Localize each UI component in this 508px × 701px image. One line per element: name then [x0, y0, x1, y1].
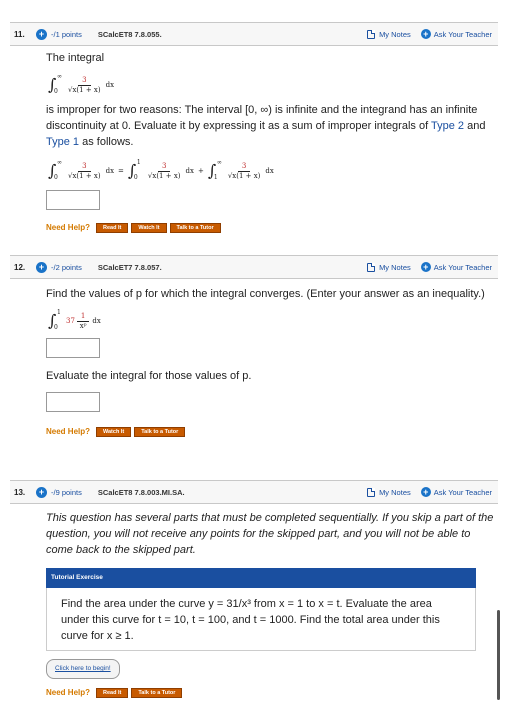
type1-link[interactable]: Type 1	[46, 136, 79, 148]
problem-13: 13. + -/9 points SCalcET8 7.8.003.MI.SA.…	[10, 480, 498, 701]
points-label: -/9 points	[51, 487, 82, 497]
watch-it-button[interactable]: Watch It	[131, 223, 167, 233]
tutorial-exercise: Tutorial Exercise Find the area under th…	[46, 568, 498, 651]
evaluate-input[interactable]	[46, 392, 100, 412]
points-label: -/1 points	[51, 29, 82, 39]
ask-teacher-button[interactable]: + Ask Your Teacher	[420, 487, 492, 497]
integral-split-expression: ∫ ∞ 0 3 √x(1 + x) dx = ∫ 1 0 3 √x(1 + x) dx + …	[48, 159, 274, 181]
note-icon	[367, 29, 376, 39]
scrollbar[interactable]	[497, 610, 500, 700]
problem-header: 11. + -/1 points SCalcET8 7.8.055. My No…	[10, 22, 498, 46]
answer-input[interactable]	[46, 190, 100, 210]
problem-number: 11.	[14, 29, 25, 39]
my-notes-button[interactable]: My Notes	[367, 29, 411, 39]
note-icon	[367, 487, 376, 497]
plus-circle-icon: +	[420, 262, 431, 272]
problem-number: 12.	[14, 262, 26, 272]
points-label: -/2 points	[51, 262, 82, 272]
tutorial-box: Find the area under the curve y = 31/x³ …	[46, 588, 476, 651]
plus-circle-icon: +	[420, 29, 431, 39]
talk-to-tutor-button[interactable]: Talk to a Tutor	[169, 223, 221, 233]
sequential-notice: This question has several parts that mus…	[46, 512, 494, 556]
problem-code: SCalcET8 7.8.055.	[97, 29, 162, 39]
talk-to-tutor-button[interactable]: Talk to a Tutor	[134, 427, 186, 437]
need-help-bar: Need Help? Read It Talk to a Tutor	[46, 685, 498, 701]
plus-circle-icon: +	[420, 487, 431, 497]
need-help-bar: Need Help? Watch It Talk to a Tutor	[46, 424, 498, 440]
points-plus-icon[interactable]: +	[36, 261, 47, 273]
talk-to-tutor-button[interactable]: Talk to a Tutor	[131, 688, 183, 698]
my-notes-button[interactable]: My Notes	[367, 262, 411, 272]
need-help-bar: Need Help? Read It Watch It Talk to a Tu…	[46, 220, 498, 236]
my-notes-button[interactable]: My Notes	[367, 487, 411, 497]
read-it-button[interactable]: Read It	[96, 688, 129, 698]
read-it-button[interactable]: Read It	[96, 223, 129, 233]
ask-teacher-button[interactable]: + Ask Your Teacher	[420, 262, 492, 272]
integral-expression: ∫ ∞ 0 3 √x(1 + x) dx	[48, 73, 115, 95]
problem-header: 13. + -/9 points SCalcET8 7.8.003.MI.SA.…	[10, 480, 498, 504]
click-to-begin-button[interactable]: Click here to begin!	[46, 659, 120, 679]
problem-text: Find the values of p for which the integ…	[46, 288, 485, 300]
problem-12: 12. + -/2 points SCalcET7 7.8.057. My No…	[10, 255, 498, 440]
problem-number: 13.	[14, 487, 26, 497]
inequality-input[interactable]	[46, 338, 100, 358]
tutorial-label: Tutorial Exercise	[46, 568, 476, 588]
problem-text: is improper for two reasons: The interva…	[46, 104, 486, 148]
ask-teacher-button[interactable]: + Ask Your Teacher	[420, 29, 492, 39]
integral-expression: ∫ 1 0 37 1 xᵖ dx	[48, 309, 101, 331]
problem-code: SCalcET7 7.8.057.	[97, 262, 162, 272]
problem-code: SCalcET8 7.8.003.MI.SA.	[97, 487, 185, 497]
note-icon	[367, 262, 376, 272]
evaluate-text: Evaluate the integral for those values o…	[46, 370, 252, 382]
watch-it-button[interactable]: Watch It	[96, 427, 132, 437]
problem-header: 12. + -/2 points SCalcET7 7.8.057. My No…	[10, 255, 498, 279]
tutorial-text: Find the area under the curve y = 31/x³ …	[61, 598, 440, 642]
points-plus-icon[interactable]: +	[36, 486, 47, 498]
type2-link[interactable]: Type 2	[431, 120, 464, 132]
problem-11: 11. + -/1 points SCalcET8 7.8.055. My No…	[10, 22, 498, 236]
points-plus-icon[interactable]: +	[36, 28, 47, 40]
intro-text: The integral	[46, 52, 105, 64]
